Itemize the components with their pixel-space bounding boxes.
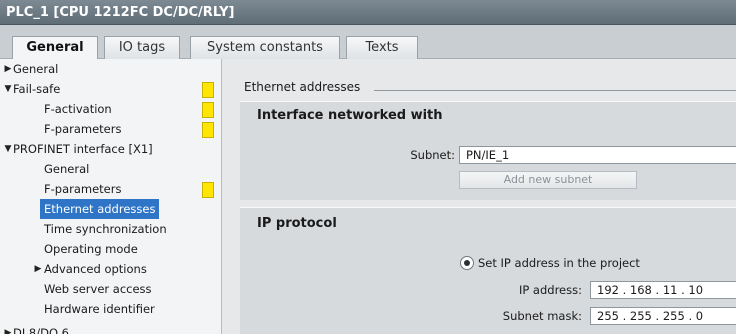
nav-item-f-parameters[interactable]: F-parameters: [44, 119, 121, 139]
set-ip-label: Set IP address in the project: [478, 256, 640, 270]
subnet-field[interactable]: PN/IE_1: [459, 146, 736, 164]
radio-selected-dot: [464, 260, 470, 266]
fail-safe-flag-icon: [202, 182, 214, 198]
nav-item-profinet-interface[interactable]: PROFINET interface [X1]: [13, 139, 153, 159]
expand-right-icon[interactable]: ▶: [3, 59, 13, 79]
subnet-mask-field[interactable]: 255 . 255 . 255 . 0: [590, 307, 736, 325]
nav-item-operating-mode[interactable]: Operating mode: [44, 239, 138, 259]
fail-safe-flag-icon: [202, 122, 214, 138]
nav-item-di-dq[interactable]: DI 8/DQ 6: [13, 323, 69, 334]
nav-item-profinet-general[interactable]: General: [44, 159, 89, 179]
subnet-label: Subnet:: [410, 148, 455, 162]
expand-right-icon[interactable]: ▶: [3, 323, 13, 334]
navigation-tree: ▶ General ▼ Fail-safe F-activation F-par…: [0, 59, 222, 334]
nav-item-web-server-access[interactable]: Web server access: [44, 279, 152, 299]
add-new-subnet-button[interactable]: Add new subnet: [459, 171, 637, 189]
expand-down-icon[interactable]: ▼: [3, 79, 13, 99]
nav-item-ethernet-addresses[interactable]: Ethernet addresses: [40, 199, 160, 219]
tab-io-tags[interactable]: IO tags: [104, 36, 180, 59]
fail-safe-flag-icon: [202, 82, 214, 98]
nav-item-hardware-identifier[interactable]: Hardware identifier: [44, 299, 155, 319]
expand-down-icon[interactable]: ▼: [3, 139, 13, 159]
ip-address-label: IP address:: [518, 283, 582, 297]
expand-right-icon[interactable]: ▶: [33, 259, 43, 279]
nav-item-advanced-options[interactable]: Advanced options: [44, 259, 147, 279]
ip-protocol-title: IP protocol: [257, 216, 337, 231]
ip-protocol-group: IP protocol Set IP address in the projec…: [240, 207, 736, 334]
ip-address-field[interactable]: 192 . 168 . 11 . 10: [590, 281, 736, 299]
nav-item-general[interactable]: General: [13, 59, 58, 79]
subnet-mask-label: Subnet mask:: [502, 309, 582, 323]
tab-strip: General IO tags System constants Texts: [0, 25, 736, 60]
window-title: PLC_1 [CPU 1212FC DC/DC/RLY]: [6, 5, 235, 20]
section-divider: [374, 90, 736, 91]
tab-texts[interactable]: Texts: [346, 36, 418, 59]
set-ip-radio-button[interactable]: [460, 256, 474, 270]
section-title-ethernet-addresses: Ethernet addresses: [244, 80, 361, 94]
interface-networked-group: Interface networked with Subnet: PN/IE_1…: [240, 101, 736, 200]
nav-item-fail-safe[interactable]: Fail-safe: [13, 79, 60, 99]
interface-networked-title: Interface networked with: [257, 108, 443, 123]
nav-item-f-activation[interactable]: F-activation: [44, 99, 112, 119]
fail-safe-flag-icon: [202, 102, 214, 118]
nav-item-time-synchronization[interactable]: Time synchronization: [44, 219, 167, 239]
tab-system-constants[interactable]: System constants: [190, 36, 340, 59]
tab-general[interactable]: General: [12, 36, 98, 60]
window-title-bar: PLC_1 [CPU 1212FC DC/DC/RLY]: [0, 0, 736, 25]
nav-item-profinet-f-parameters[interactable]: F-parameters: [44, 179, 121, 199]
properties-content: Ethernet addresses Interface networked w…: [222, 59, 736, 334]
